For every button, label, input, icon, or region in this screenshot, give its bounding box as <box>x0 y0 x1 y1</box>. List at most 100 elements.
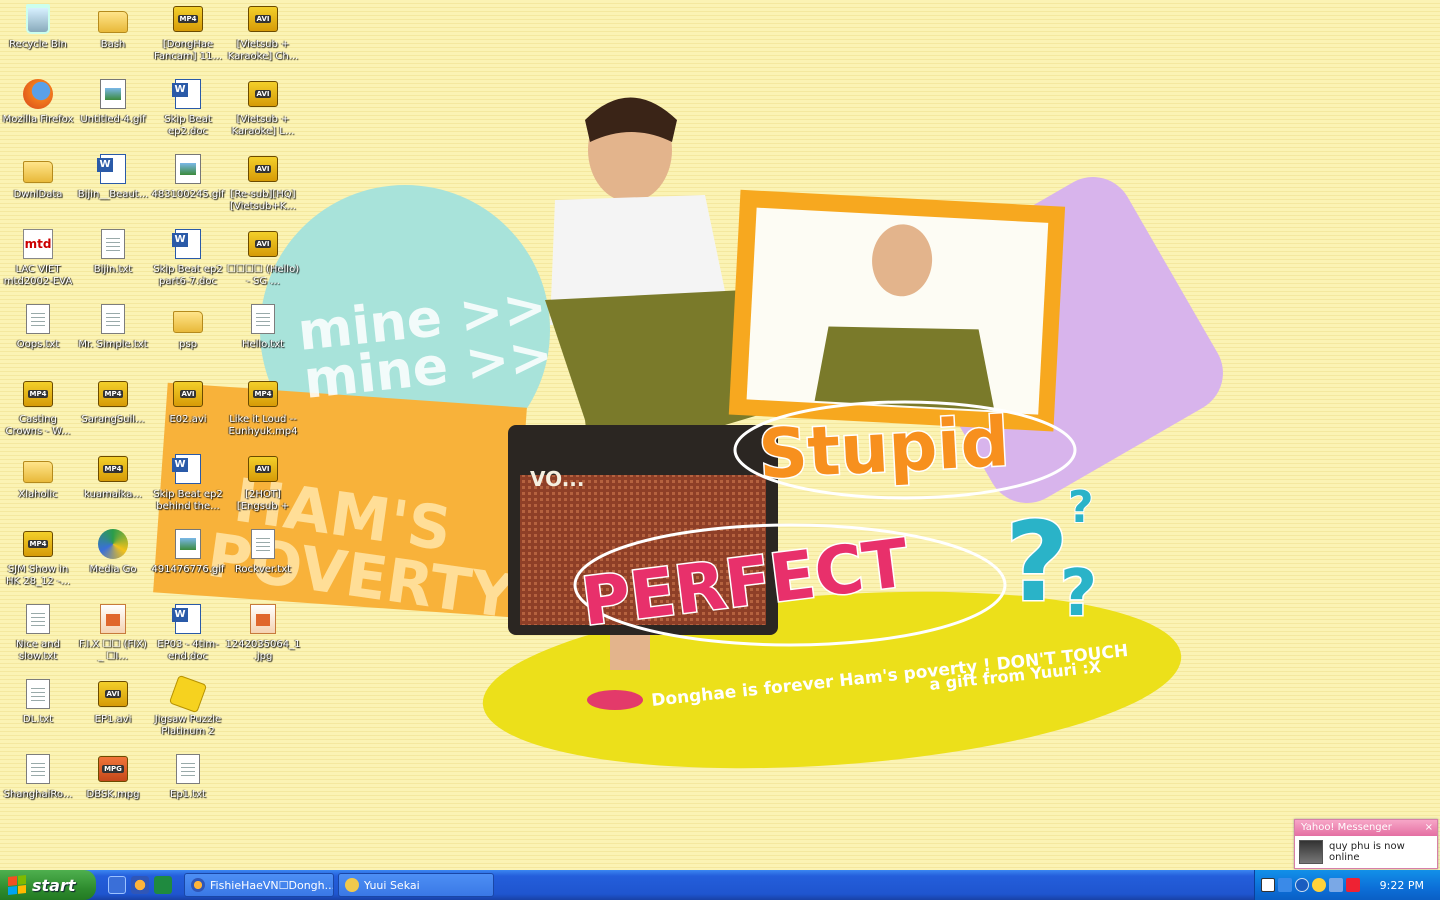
desktop-icon-label: Media Go <box>89 564 137 575</box>
desktop-icon[interactable]: Recycle Bin <box>0 2 76 76</box>
desktop-icon[interactable]: 491476776.gif <box>150 527 226 601</box>
close-icon[interactable]: × <box>1425 820 1433 836</box>
desktop-icon[interactable]: DL.txt <box>0 677 76 751</box>
desktop-icon[interactable]: Nice and slow.txt <box>0 602 76 676</box>
desktop-icon[interactable]: W Skip Beat ep2 behind the... <box>150 452 226 526</box>
text-file-icon <box>96 227 130 261</box>
desktop-icon-label: E02.avi <box>169 414 207 425</box>
wallpaper-photo-frame <box>728 189 1066 432</box>
taskbar-button-firefox[interactable]: FishieHaeVN☐Dongh... <box>184 873 334 897</box>
desktop-icon[interactable]: MP4 SJM Show in HK 28_12 -... <box>0 527 76 601</box>
desktop-icon-label: Like it Loud -- Eunhyuk.mp4 <box>228 414 298 437</box>
desktop-icon[interactable]: AVI [Re-sub][HQ][Vietsub+K... <box>225 152 301 226</box>
desktop-icon-label: Recycle Bin <box>9 39 67 50</box>
video-file-icon: AVI <box>96 677 130 711</box>
desktop-icon-label: 1242035064_1.jpg <box>225 639 301 662</box>
taskbar-button-yuui-sekai[interactable]: Yuui Sekai <box>338 873 494 897</box>
folder-icon <box>171 302 205 336</box>
desktop-icon[interactable]: MP4 kuamaika... <box>75 452 151 526</box>
video-file-icon: AVI <box>246 2 280 36</box>
desktop-icon[interactable]: AVI ☐☐☐☐ (Hello) - SG ... <box>225 227 301 301</box>
wallpaper-stupid-text: Stupid <box>757 403 1011 495</box>
desktop-icon[interactable]: Mozilla Firefox <box>0 77 76 151</box>
desktop-icon[interactable]: Bijin.txt <box>75 227 151 301</box>
desktop-icon[interactable]: MP4 [DongHae Fancam] 11... <box>150 2 226 76</box>
desktop-icon-label: Skip Beat ep2 part6-7.doc <box>153 264 223 287</box>
desktop-icon[interactable]: psp <box>150 302 226 376</box>
yahoo-messenger-notification[interactable]: Yahoo! Messenger × quy phu is now online <box>1294 819 1438 869</box>
desktop-icon[interactable]: Media Go <box>75 527 151 601</box>
firefox-icon <box>191 878 205 892</box>
desktop-icon-label: Ep1.txt <box>170 789 206 800</box>
video-file-icon: MP4 <box>246 377 280 411</box>
firefox-quicklaunch-icon[interactable] <box>131 876 149 894</box>
network-icon[interactable] <box>1278 878 1292 892</box>
desktop-icon[interactable]: MPG DBSK.mpg <box>75 752 151 826</box>
desktop-icon-label: Hello.txt <box>241 339 285 350</box>
desktop-icon[interactable]: MP4 Like it Loud -- Eunhyuk.mp4 <box>225 377 301 451</box>
desktop-icon[interactable]: DwnlData <box>0 152 76 226</box>
chevron-left-icon[interactable] <box>1295 878 1309 892</box>
video-file-icon: MP4 <box>96 377 130 411</box>
desktop-icon[interactable]: MP4 Casting Crowns - W... <box>0 377 76 451</box>
desktop-icon-label: SarangSuil... <box>81 414 145 425</box>
desktop-icon-label: ☐☐☐☐ (Hello) - SG ... <box>226 264 300 287</box>
avatar <box>1299 840 1323 864</box>
desktop-icon[interactable]: 1242035064_1.jpg <box>225 602 301 676</box>
desktop-icon-label: SJM Show in HK 28_12 -... <box>5 564 71 587</box>
desktop-icon[interactable]: mtd LAC VIET mtd2002-EVA <box>0 227 76 301</box>
desktop-icon[interactable]: Untitled-4.gif <box>75 77 151 151</box>
desktop-icon[interactable]: 483100245.gif <box>150 152 226 226</box>
desktop-icon-label: 483100245.gif <box>151 189 225 200</box>
help-icon[interactable] <box>1261 878 1275 892</box>
app-quicklaunch-icon[interactable] <box>154 876 172 894</box>
desktop-icon[interactable]: W EP03 - 4tim-end.doc <box>150 602 226 676</box>
word-document-icon: W <box>171 602 205 636</box>
video-file-icon: AVI <box>246 152 280 186</box>
text-file-icon <box>246 302 280 336</box>
firefox-icon <box>21 77 55 111</box>
show-desktop-icon[interactable] <box>108 876 126 894</box>
display-icon[interactable] <box>1329 878 1343 892</box>
desktop-icon-label: [DongHae Fancam] 11... <box>153 39 222 62</box>
yahoo-messenger-icon[interactable] <box>1312 878 1326 892</box>
desktop-icon[interactable]: Mr. Simple.txt <box>75 302 151 376</box>
video-file-icon: MP4 <box>21 377 55 411</box>
desktop-icon[interactable]: Ep1.txt <box>150 752 226 826</box>
start-button[interactable]: start <box>0 870 96 900</box>
desktop-icon[interactable]: Rockver.txt <box>225 527 301 601</box>
desktop-icon[interactable]: MP4 SarangSuil... <box>75 377 151 451</box>
video-file-icon: AVI <box>246 452 280 486</box>
desktop-icon-label: Mr. Simple.txt <box>78 339 148 350</box>
system-tray: 9:22 PM <box>1254 870 1440 900</box>
word-document-icon: W <box>171 452 205 486</box>
desktop-icon[interactable]: AVI [2HOT][Engsub + Karaoke] ... <box>225 452 301 526</box>
amplifier-brand: VO... <box>530 467 584 491</box>
desktop-icon[interactable]: ShanghaiRo... <box>0 752 76 826</box>
desktop-icon-label: [Vietsub + Karaoke] Ch... <box>227 39 299 62</box>
desktop-icon[interactable]: W Skip Beat ep2 part6-7.doc <box>150 227 226 301</box>
puzzle-icon <box>168 674 208 714</box>
desktop-icon[interactable]: W Bijin__Beaut... <box>75 152 151 226</box>
clock[interactable]: 9:22 PM <box>1380 879 1424 892</box>
desktop-icon[interactable]: AVI E02.avi <box>150 377 226 451</box>
image-file-icon <box>96 602 130 636</box>
desktop-icon[interactable]: W Skip Beat ep2.doc <box>150 77 226 151</box>
antivirus-icon[interactable] <box>1346 878 1360 892</box>
text-file-icon <box>96 302 130 336</box>
desktop-icon[interactable]: Bash <box>75 2 151 76</box>
desktop-icon-label: [2HOT][Engsub + Karaoke] ... <box>236 489 290 512</box>
desktop-icon-label: Skip Beat ep2.doc <box>164 114 212 137</box>
desktop-icon[interactable]: Jigsaw Puzzle Platinum 2 <box>150 674 226 751</box>
start-label: start <box>32 875 76 895</box>
desktop-icon[interactable]: Hello.txt <box>225 302 301 376</box>
desktop-icon[interactable]: AVI EP1.avi <box>75 677 151 751</box>
desktop-icon[interactable]: Oops.txt <box>0 302 76 376</box>
desktop-icon[interactable]: AVI [Vietsub + Karaoke] L... <box>225 77 301 151</box>
desktop-icon[interactable]: AVI [Vietsub + Karaoke] Ch... <box>225 2 301 76</box>
desktop-icon-label: psp <box>179 339 197 350</box>
image-file-icon <box>171 527 205 561</box>
desktop-icon-label: EP1.avi <box>94 714 132 725</box>
desktop-icon[interactable]: Xlaholic <box>0 452 76 526</box>
desktop-icon[interactable]: F.I.X ☐☐ (FIX) _ ☐I... <box>75 602 151 676</box>
